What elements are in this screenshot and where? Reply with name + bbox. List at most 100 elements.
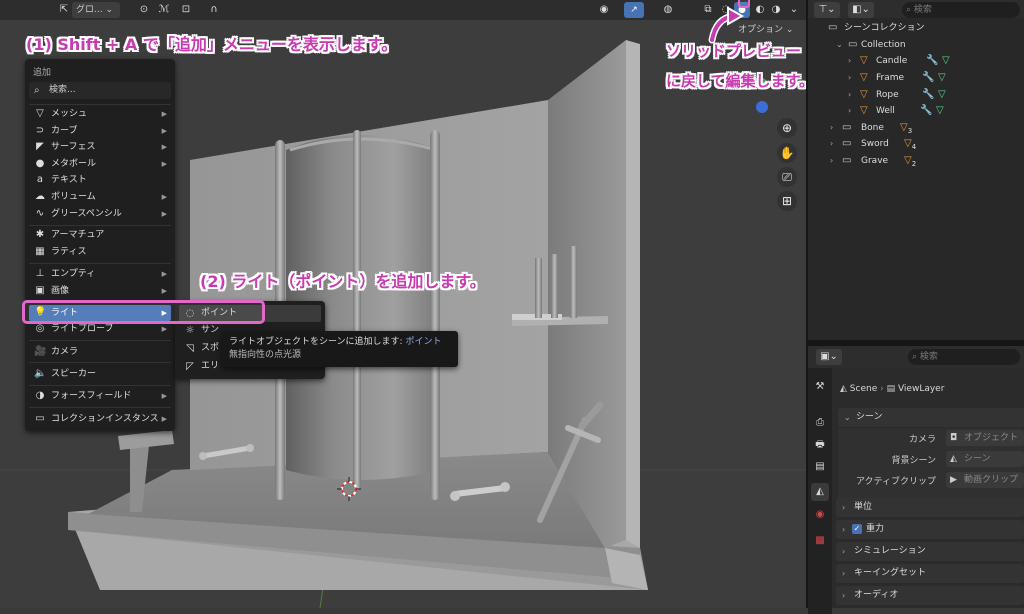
menu-item-volume[interactable]: ☁ ボリューム ▶ — [29, 189, 171, 205]
menu-item-grease-pencil[interactable]: ∿ グリースペンシル ▶ — [29, 206, 171, 222]
menu-item-force-field[interactable]: ◑ フォースフィールド ▶ — [29, 388, 171, 404]
outliner-row-grave[interactable]: › ▭ Grave ▽2 — [808, 153, 1024, 169]
menu-item-armature[interactable]: ✱ アーマチュア — [29, 227, 171, 243]
panel-scene[interactable]: ⌄ シーン — [838, 408, 1024, 427]
submenu-arrow-icon: ▶ — [161, 110, 167, 118]
menu-item-image[interactable]: ▣ 画像 ▶ — [29, 283, 171, 299]
editor-type-icon[interactable]: ▣⌄ — [816, 349, 842, 365]
outliner-row-collection[interactable]: ⌄ ▭ Collection — [808, 37, 1024, 53]
expand-icon[interactable]: › — [848, 53, 851, 69]
texture-tab-icon[interactable]: ▩ — [811, 532, 829, 550]
visibility-icon[interactable]: ◉ — [596, 2, 612, 18]
panel-audio[interactable]: › オーディオ — [836, 586, 1024, 605]
mesh-data-icon: ▽ — [936, 105, 944, 116]
menu-item-lattice[interactable]: ▦ ラティス — [29, 244, 171, 260]
3d-viewport[interactable]: ⇱ グロ... ⌄ ⊙ ℳ ⊡ ∩ ◉ ↗ ◍ ⧉ ◌ ● ◐ ◑ ⌄ オプショ… — [0, 0, 806, 608]
divider — [29, 362, 171, 363]
outliner-row-sword[interactable]: › ▭ Sword ▽4 — [808, 136, 1024, 152]
area-light-icon: ◸ — [186, 361, 194, 372]
menu-item-curve[interactable]: ⊃ カーブ ▶ — [29, 123, 171, 139]
display-mode-icon[interactable]: ◧⌄ — [848, 2, 874, 18]
panel-units[interactable]: › 単位 — [836, 498, 1024, 517]
armature-icon: ✱ — [35, 229, 45, 240]
panel-keying-sets[interactable]: › キーイングセット — [836, 564, 1024, 583]
material-shading-icon[interactable]: ◐ — [752, 2, 768, 18]
outliner-row-frame[interactable]: › ▽ Frame 🔧 ▽ — [808, 70, 1024, 86]
search-icon: ⌕ — [34, 85, 40, 96]
transform-orientation-dropdown[interactable]: グロ... ⌄ — [72, 2, 120, 18]
proportional-edit-icon[interactable]: ⊡ — [178, 2, 194, 18]
panel-gravity[interactable]: › ✓ 重力 — [836, 520, 1024, 539]
transform-pivot-icon[interactable]: ⇱ — [56, 2, 72, 18]
tool-tab-icon[interactable]: ⚒ — [811, 378, 829, 396]
scene-collection-icon: ▭ — [828, 22, 838, 33]
active-clip-field[interactable]: ▶ 動画クリップ — [946, 472, 1024, 488]
zoom-icon[interactable]: ⊕ — [777, 118, 797, 138]
annotation-arrow — [708, 6, 745, 44]
grease-pencil-icon: ∿ — [35, 208, 45, 219]
outliner-row-bone[interactable]: › ▭ Bone ▽3 — [808, 120, 1024, 136]
annotation-step1: (1) Shift + A で「追加」メニューを表示します。 — [26, 35, 398, 54]
menu-item-camera[interactable]: 🎥 カメラ — [29, 344, 171, 360]
expand-icon: › — [842, 525, 846, 534]
tooltip-line2: 無指向性の点光源 — [229, 350, 302, 360]
submenu-arrow-icon: ▶ — [161, 270, 167, 278]
expand-icon: › — [842, 569, 846, 578]
outliner-row-rope[interactable]: › ▽ Rope 🔧 ▽ — [808, 87, 1024, 103]
volume-icon: ☁ — [35, 191, 45, 202]
submenu-arrow-icon: ▶ — [161, 287, 167, 295]
shading-options-icon[interactable]: ⌄ — [786, 2, 802, 18]
outliner-row-candle[interactable]: › ▽ Candle 🔧 ▽ — [808, 53, 1024, 69]
menu-item-metaball[interactable]: ● メタボール ▶ — [29, 156, 171, 172]
menu-item-collection-instance[interactable]: ▭ コレクションインスタンス ▶ — [29, 411, 171, 427]
overlay-icon[interactable]: ◍ — [660, 2, 676, 18]
camera-view-icon[interactable]: ⎚ — [777, 167, 797, 187]
spot-light-icon: ◹ — [186, 343, 194, 354]
pan-hand-icon[interactable]: ✋ — [777, 143, 797, 163]
expand-icon[interactable]: › — [848, 87, 851, 103]
menu-item-mesh[interactable]: ▽ メッシュ ▶ — [29, 106, 171, 122]
view-layer-tab-icon[interactable]: ▤ — [811, 458, 829, 476]
menu-item-surface[interactable]: ◤ サーフェス ▶ — [29, 139, 171, 155]
menu-search-input[interactable]: ⌕ 検索... — [29, 82, 171, 99]
divider — [29, 263, 171, 264]
collection-instance-icon: ▭ — [35, 413, 45, 424]
gizmo-toggle-icon[interactable]: ↗ — [624, 2, 644, 18]
outliner-search-input[interactable]: ⌕ 検索 — [902, 2, 1020, 18]
submenu-arrow-icon: ▶ — [161, 210, 167, 218]
snap-target-icon[interactable]: ℳ — [156, 2, 172, 18]
collapse-icon[interactable]: ⌄ — [836, 37, 843, 53]
panel-simulation[interactable]: › シミュレーション — [836, 542, 1024, 561]
menu-item-text[interactable]: a テキスト — [29, 172, 171, 188]
outliner-row-well[interactable]: › ▽ Well 🔧 ▽ — [808, 103, 1024, 119]
editor-type-icon[interactable]: ⊤⌄ — [814, 2, 840, 18]
collection-icon: ▭ — [842, 155, 852, 166]
tooltip-line1: ライトオブジェクトをシーンに追加します: ポイント — [229, 337, 442, 347]
expand-icon[interactable]: › — [830, 120, 833, 136]
scene-tab-icon[interactable]: ◭ — [811, 483, 829, 501]
expand-icon[interactable]: › — [830, 153, 833, 169]
expand-icon[interactable]: › — [848, 103, 851, 119]
mesh-data-icon: ▽ — [938, 72, 946, 83]
expand-icon[interactable]: › — [830, 136, 833, 152]
expand-icon[interactable]: › — [848, 70, 851, 86]
camera-field[interactable]: ◘ オブジェクト — [946, 430, 1024, 446]
mesh-icon: ▽ — [36, 108, 44, 119]
render-tab-icon[interactable]: ⎙ — [811, 414, 829, 432]
rendered-shading-icon[interactable]: ◑ — [768, 2, 784, 18]
submenu-arrow-icon: ▶ — [161, 392, 167, 400]
snap-icon[interactable]: ⊙ — [136, 2, 152, 18]
output-tab-icon[interactable]: 🖶 — [811, 436, 829, 454]
modifier-icon: 🔧 — [922, 89, 935, 100]
background-scene-field[interactable]: ◭ シーン — [946, 451, 1024, 467]
menu-item-empty[interactable]: ⊥ エンプティ ▶ — [29, 266, 171, 282]
world-tab-icon[interactable]: ◉ — [811, 506, 829, 524]
gravity-checkbox[interactable]: ✓ — [852, 524, 862, 534]
menu-item-speaker[interactable]: 🔈 スピーカー — [29, 366, 171, 382]
divider — [29, 340, 171, 341]
properties-search-input[interactable]: ⌕ 検索 — [908, 349, 1020, 365]
outliner-row-scene-collection[interactable]: ▭ シーンコレクション — [808, 20, 1024, 36]
falloff-icon[interactable]: ∩ — [206, 2, 222, 18]
divider — [29, 225, 171, 226]
perspective-grid-icon[interactable]: ⊞ — [777, 191, 797, 211]
